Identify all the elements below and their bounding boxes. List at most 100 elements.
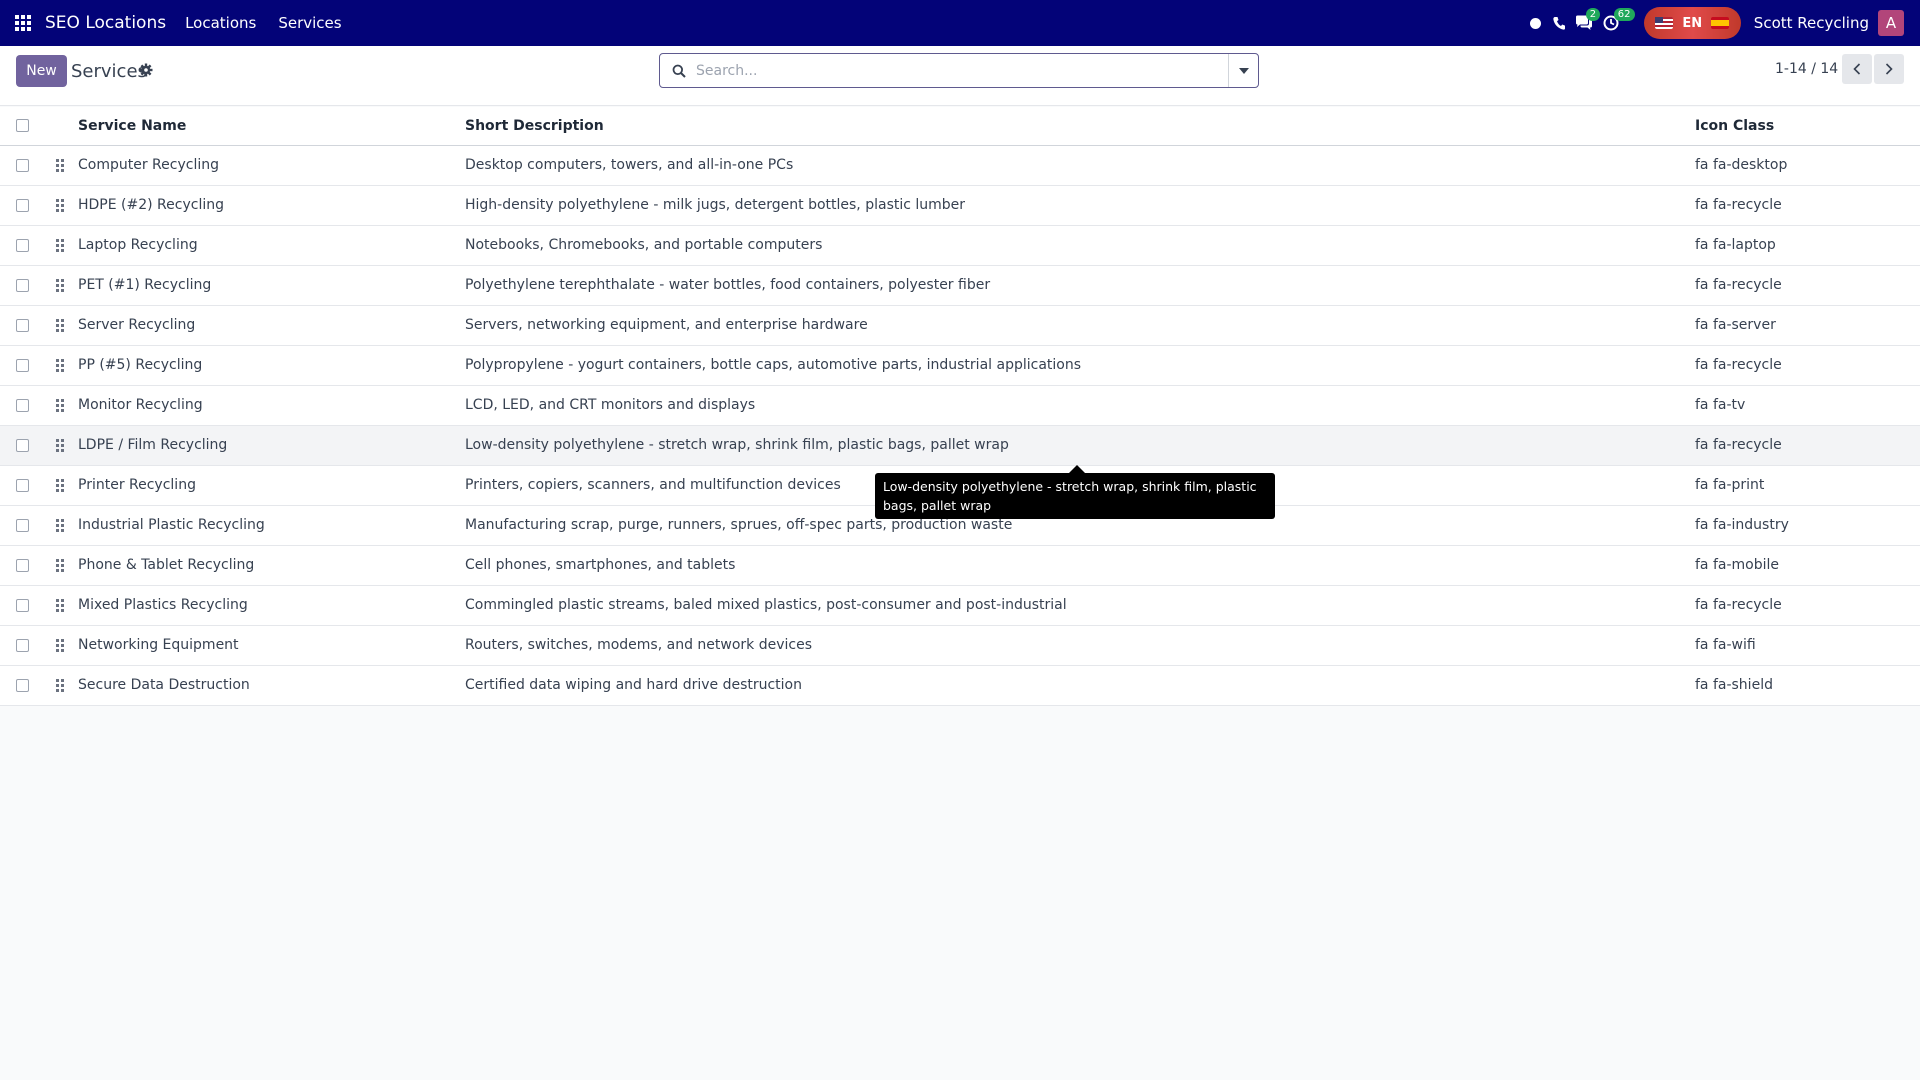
row-checkbox[interactable] [16, 518, 29, 532]
row-checkbox[interactable] [16, 238, 29, 252]
icon-class-cell[interactable]: fa fa-industry [1695, 505, 1920, 546]
icon-class-cell[interactable]: fa fa-server [1695, 305, 1920, 346]
icon-class-cell[interactable]: fa fa-tv [1695, 385, 1920, 426]
table-row[interactable]: HDPE (#2) Recycling High-density polyethy… [0, 185, 1920, 226]
drag-handle-icon[interactable] [56, 478, 64, 492]
icon-class-cell[interactable]: fa fa-recycle [1695, 345, 1920, 386]
row-checkbox[interactable] [16, 158, 29, 172]
new-button[interactable]: New [16, 55, 67, 87]
row-checkbox[interactable] [16, 638, 29, 652]
table-row[interactable]: LDPE / Film Recycling Low-density polyeth… [0, 425, 1920, 466]
phone-icon[interactable] [1553, 16, 1565, 30]
service-name-cell[interactable]: Computer Recycling [78, 145, 465, 186]
service-name-cell[interactable]: Mixed Plastics Recycling [78, 585, 465, 626]
service-name-cell[interactable]: Industrial Plastic Recycling [78, 505, 465, 546]
row-checkbox[interactable] [16, 478, 29, 492]
short-description-cell[interactable]: Low-density polyethylene - stretch wrap,… [465, 425, 1695, 466]
table-row[interactable]: Mixed Plastics Recycling Commingled plast… [0, 585, 1920, 626]
table-row[interactable]: Phone & Tablet Recycling Cell phones, sma… [0, 545, 1920, 586]
icon-class-cell[interactable]: fa fa-print [1695, 465, 1920, 506]
drag-handle-icon[interactable] [56, 358, 64, 372]
drag-handle-icon[interactable] [56, 238, 64, 252]
row-checkbox[interactable] [16, 198, 29, 212]
apps-menu-icon[interactable] [15, 14, 33, 32]
icon-class-cell[interactable]: fa fa-recycle [1695, 425, 1920, 466]
service-name-cell[interactable]: PET (#1) Recycling [78, 265, 465, 306]
short-description-cell[interactable]: Servers, networking equipment, and enter… [465, 305, 1695, 346]
menu-locations[interactable]: Locations [185, 14, 256, 32]
menu-services[interactable]: Services [278, 14, 341, 32]
drag-handle-icon[interactable] [56, 558, 64, 572]
service-name-cell[interactable]: Networking Equipment [78, 625, 465, 666]
row-checkbox[interactable] [16, 278, 29, 292]
row-checkbox[interactable] [16, 558, 29, 572]
short-description-cell[interactable]: Certified data wiping and hard drive des… [465, 665, 1695, 706]
table-row[interactable]: PET (#1) Recycling Polyethylene terephtha… [0, 265, 1920, 306]
service-name-cell[interactable]: Printer Recycling [78, 465, 465, 506]
icon-class-cell[interactable]: fa fa-recycle [1695, 585, 1920, 626]
column-header-service-name[interactable]: Service Name [78, 107, 465, 146]
pager-next-button[interactable] [1874, 54, 1904, 84]
table-row[interactable]: Server Recycling Servers, networking equi… [0, 305, 1920, 346]
row-checkbox[interactable] [16, 438, 29, 452]
icon-class-cell[interactable]: fa fa-desktop [1695, 145, 1920, 186]
app-name[interactable]: SEO Locations [45, 13, 166, 33]
short-description-cell[interactable]: High-density polyethylene - milk jugs, d… [465, 185, 1695, 226]
service-name-cell[interactable]: Laptop Recycling [78, 225, 465, 266]
row-checkbox[interactable] [16, 358, 29, 372]
gear-icon[interactable] [139, 63, 153, 77]
drag-handle-icon[interactable] [56, 198, 64, 212]
short-description-cell[interactable]: Cell phones, smartphones, and tablets [465, 545, 1695, 586]
short-description-cell[interactable]: LCD, LED, and CRT monitors and displays [465, 385, 1695, 426]
drag-handle-icon[interactable] [56, 318, 64, 332]
service-name-cell[interactable]: Phone & Tablet Recycling [78, 545, 465, 586]
icon-class-cell[interactable]: fa fa-mobile [1695, 545, 1920, 586]
company-switcher[interactable]: Scott Recycling [1754, 14, 1869, 32]
drag-handle-icon[interactable] [56, 398, 64, 412]
pager-value[interactable]: 1-14 / 14 [1775, 61, 1838, 77]
icon-class-cell[interactable]: fa fa-shield [1695, 665, 1920, 706]
table-row[interactable]: Computer Recycling Desktop computers, tow… [0, 145, 1920, 186]
table-row[interactable]: Networking Equipment Routers, switches, m… [0, 625, 1920, 666]
drag-handle-icon[interactable] [56, 598, 64, 612]
column-header-short-description[interactable]: Short Description [465, 107, 1695, 146]
short-description-cell[interactable]: Routers, switches, modems, and network d… [465, 625, 1695, 666]
table-row[interactable]: Laptop Recycling Notebooks, Chromebooks, … [0, 225, 1920, 266]
service-name-cell[interactable]: Monitor Recycling [78, 385, 465, 426]
icon-class-cell[interactable]: fa fa-laptop [1695, 225, 1920, 266]
activity-clock-icon[interactable]: 62 [1603, 8, 1635, 31]
drag-handle-icon[interactable] [56, 158, 64, 172]
pager-previous-button[interactable] [1842, 54, 1872, 84]
status-dot-icon[interactable] [1529, 17, 1541, 29]
row-checkbox[interactable] [16, 678, 29, 692]
icon-class-cell[interactable]: fa fa-wifi [1695, 625, 1920, 666]
service-name-cell[interactable]: HDPE (#2) Recycling [78, 185, 465, 226]
service-name-cell[interactable]: PP (#5) Recycling [78, 345, 465, 386]
user-avatar[interactable]: A [1878, 10, 1904, 36]
short-description-cell[interactable]: Polyethylene terephthalate - water bottl… [465, 265, 1695, 306]
language-switcher[interactable]: EN [1643, 7, 1741, 39]
messages-icon[interactable]: 2 [1575, 8, 1601, 31]
search-input[interactable] [696, 62, 1216, 79]
drag-handle-icon[interactable] [56, 638, 64, 652]
drag-handle-icon[interactable] [56, 518, 64, 532]
row-checkbox[interactable] [16, 598, 29, 612]
row-checkbox[interactable] [16, 398, 29, 412]
row-checkbox[interactable] [16, 318, 29, 332]
drag-handle-icon[interactable] [56, 678, 64, 692]
service-name-cell[interactable]: LDPE / Film Recycling [78, 425, 465, 466]
short-description-cell[interactable]: Desktop computers, towers, and all-in-on… [465, 145, 1695, 186]
short-description-cell[interactable]: Polypropylene - yogurt containers, bottl… [465, 345, 1695, 386]
service-name-cell[interactable]: Secure Data Destruction [78, 665, 465, 706]
column-header-icon-class[interactable]: Icon Class [1695, 107, 1920, 146]
icon-class-cell[interactable]: fa fa-recycle [1695, 265, 1920, 306]
short-description-cell[interactable]: Notebooks, Chromebooks, and portable com… [465, 225, 1695, 266]
icon-class-cell[interactable]: fa fa-recycle [1695, 185, 1920, 226]
table-row[interactable]: Secure Data Destruction Certified data wi… [0, 665, 1920, 706]
search-options-toggle[interactable] [1228, 54, 1258, 87]
short-description-cell[interactable]: Commingled plastic streams, baled mixed … [465, 585, 1695, 626]
drag-handle-icon[interactable] [56, 278, 64, 292]
select-all-checkbox[interactable] [16, 119, 29, 133]
table-row[interactable]: Monitor Recycling LCD, LED, and CRT monit… [0, 385, 1920, 426]
drag-handle-icon[interactable] [56, 438, 64, 452]
